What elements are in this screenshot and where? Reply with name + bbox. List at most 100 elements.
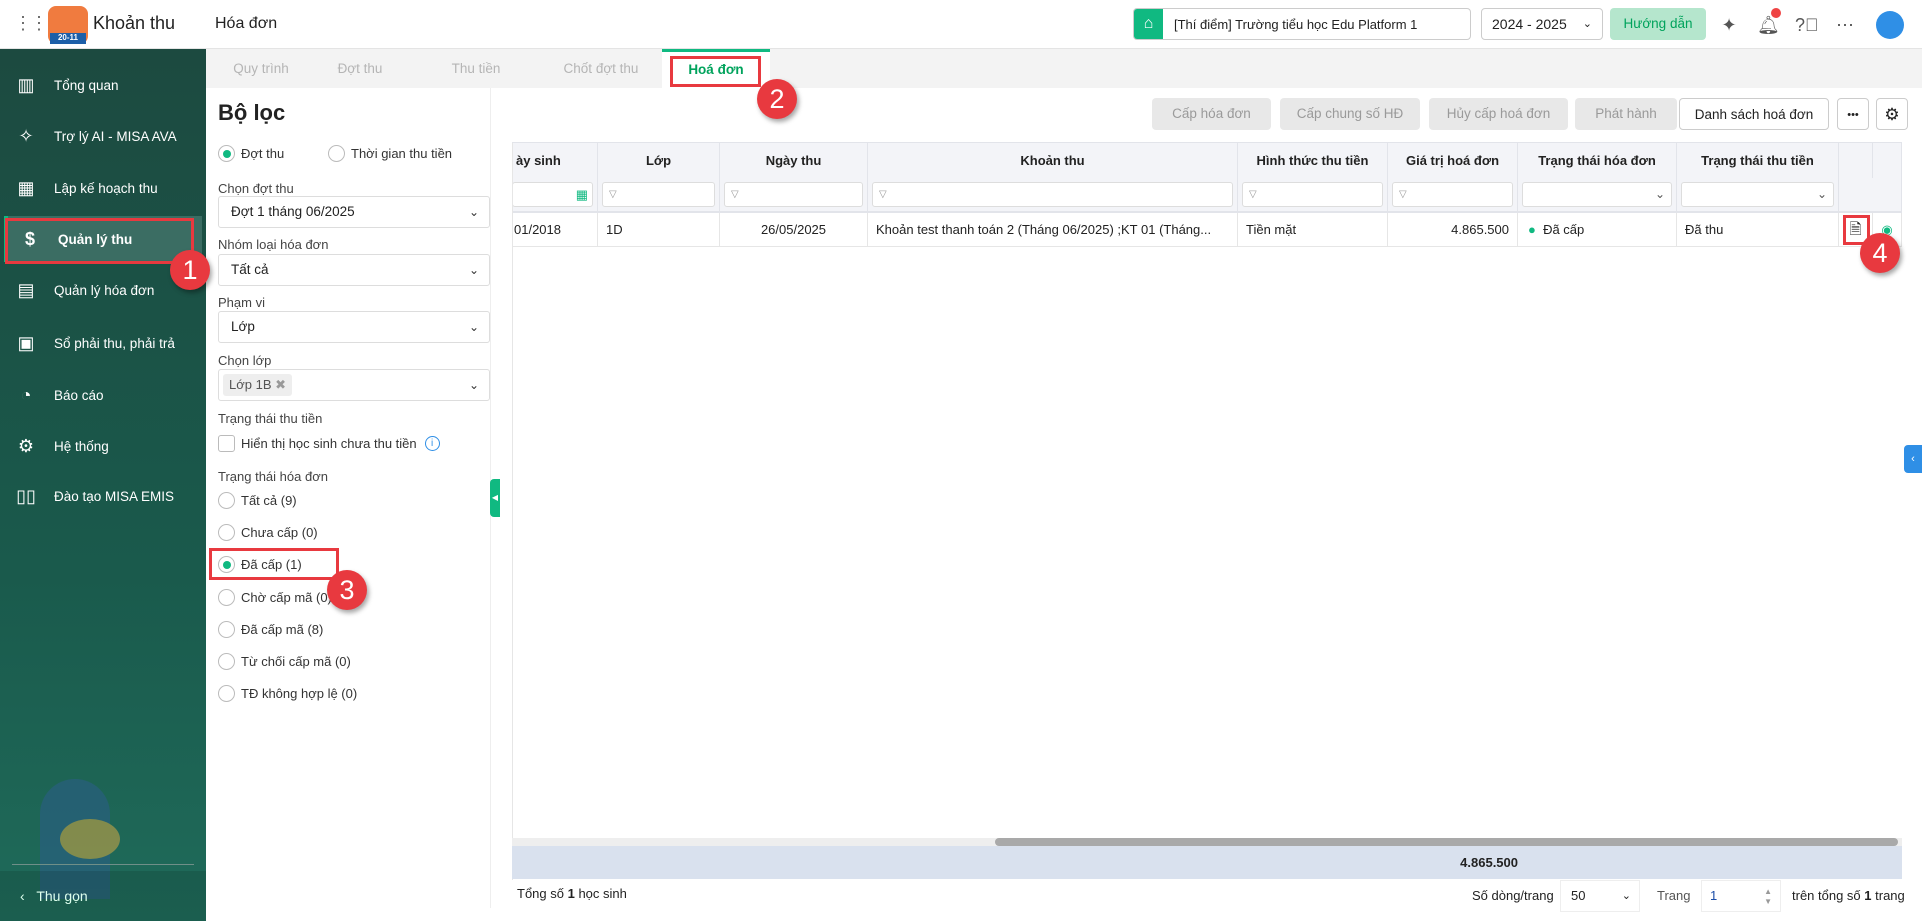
sidebar-item-ai-assistant[interactable]: ✧ Trợ lý AI - MISA AVA	[4, 113, 202, 159]
rows-per-page-select[interactable]: 50 ⌄	[1560, 880, 1640, 912]
invoice-status-all[interactable]: Tất cả (9)	[218, 492, 297, 509]
chart-icon: ▥	[17, 74, 35, 95]
filter-dob[interactable]: ▦	[512, 178, 598, 211]
issue-common-number-button[interactable]: Cấp chung số HĐ	[1280, 98, 1420, 130]
tab-bar: Quy trình Đợt thu Thu tiền Chốt đợt thu …	[206, 49, 1922, 88]
invoice-list-button[interactable]: Danh sách hoá đơn	[1679, 98, 1829, 130]
help-icon[interactable]: ?⃝	[1795, 14, 1819, 36]
issue-invoice-button[interactable]: Cấp hóa đơn	[1152, 98, 1271, 130]
page-title: Hóa đơn	[215, 15, 278, 32]
sidebar-item-reports[interactable]: ◔ Báo cáo	[4, 372, 202, 418]
school-selector[interactable]: ⌂ [Thí điểm] Trường tiểu học Edu Platfor…	[1133, 8, 1471, 40]
annotation-badge-4: 4	[1860, 233, 1900, 273]
filter-funnel-icon: ▽	[602, 182, 715, 207]
col-dob[interactable]: ày sinh	[512, 143, 598, 178]
avatar[interactable]	[1876, 11, 1904, 39]
scrollbar-thumb[interactable]	[995, 838, 1898, 846]
scope-select[interactable]: Lớp ⌄	[218, 311, 490, 343]
bell-icon[interactable]: 🔔︎	[1757, 8, 1781, 36]
invoice-status-label: Trạng thái hóa đơn	[218, 469, 328, 484]
tab-collect[interactable]: Thu tiền	[426, 49, 526, 88]
col-item[interactable]: Khoản thu	[868, 143, 1238, 178]
app-logo: 20-11	[48, 6, 88, 44]
more-button[interactable]: •••	[1837, 98, 1869, 130]
collapse-button[interactable]: ‹ Thu gọn	[0, 871, 206, 921]
filter-invoice-status[interactable]: ⌄	[1518, 178, 1677, 211]
col-method[interactable]: Hình thức thu tiền	[1238, 143, 1388, 178]
total-pages: trên tổng số 1 trang	[1792, 888, 1905, 903]
group-select[interactable]: Tất cả ⌄	[218, 254, 490, 286]
mode-radio-time[interactable]: Thời gian thu tiền	[328, 145, 452, 162]
filter-method[interactable]: ▽	[1238, 178, 1388, 211]
collapse-filter-handle[interactable]: ◀	[490, 479, 500, 517]
invoice-status-code-issued[interactable]: Đã cấp mã (8)	[218, 621, 323, 638]
col-class[interactable]: Lớp	[598, 143, 720, 178]
total-students: Tổng số 1 học sinh	[517, 886, 627, 901]
sidebar-item-system[interactable]: ⚙ Hệ thống	[4, 423, 202, 469]
settings-gear-icon[interactable]: ⚙	[1876, 98, 1908, 130]
tab-batch[interactable]: Đợt thu	[316, 49, 404, 88]
cell-payment-status: Đã thu	[1677, 213, 1839, 246]
col-payment-status[interactable]: Trạng thái thu tiền	[1677, 143, 1839, 178]
filter-funnel-icon: ▽	[872, 182, 1233, 207]
filter-date[interactable]: ▽	[720, 178, 868, 211]
filter-item[interactable]: ▽	[868, 178, 1238, 211]
radio-checked-icon	[218, 145, 235, 162]
status-dot-icon: ●	[1528, 222, 1544, 237]
show-unpaid-checkbox[interactable]: Hiển thị học sinh chưa thu tiền i	[218, 435, 440, 452]
publish-button[interactable]: Phát hành	[1575, 98, 1677, 130]
info-icon[interactable]: i	[424, 436, 440, 451]
sidebar-item-plan[interactable]: ▦ Lập kế hoạch thu	[4, 165, 202, 211]
calendar-icon[interactable]: ▦	[576, 183, 588, 206]
checkbox-icon	[218, 435, 235, 452]
sidebar-item-ledger[interactable]: ▣ Sổ phải thu, phải trả	[4, 320, 202, 366]
ai-sparkle-icon[interactable]: ✦	[1718, 14, 1740, 36]
col-action-1	[1839, 143, 1873, 178]
gear-icon: ⚙	[17, 435, 35, 456]
filter-amount[interactable]: ▽	[1388, 178, 1518, 211]
year-select[interactable]: 2024 - 2025 ⌄	[1481, 8, 1603, 40]
stepper-icon[interactable]: ▲ ▼	[1764, 879, 1772, 907]
cell-invoice-status: ● Đã cấp	[1518, 213, 1677, 246]
more-icon[interactable]: ⋯	[1834, 14, 1856, 36]
sidebar-item-training[interactable]: ▯▯ Đào tạo MISA EMIS	[4, 473, 202, 519]
calendar-dollar-icon: ▦	[17, 177, 35, 198]
pie-chart-icon: ◔	[20, 384, 32, 405]
scope-label: Phạm vi	[218, 295, 265, 310]
page-input[interactable]: 1 ▲ ▼	[1701, 880, 1781, 912]
page-label: Trang	[1657, 888, 1691, 903]
batch-select[interactable]: Đợt 1 tháng 06/2025 ⌄	[218, 196, 490, 228]
col-invoice-status[interactable]: Trạng thái hóa đơn	[1518, 143, 1677, 178]
tab-close-batch[interactable]: Chốt đợt thu	[541, 49, 661, 88]
row-border	[512, 246, 1902, 247]
ledger-icon: ▣	[17, 332, 35, 353]
class-label: Chọn lớp	[218, 353, 272, 368]
remove-tag-icon[interactable]: ✖	[275, 377, 286, 392]
chevron-down-icon: ⌄	[468, 320, 479, 334]
class-select[interactable]: Lớp 1B ✖ ⌄	[218, 369, 490, 401]
filter-payment-status[interactable]: ⌄	[1677, 178, 1839, 211]
invoice-status-pending-code[interactable]: Chờ cấp mã (0)	[218, 589, 332, 606]
cancel-issue-button[interactable]: Hủy cấp hoá đơn	[1429, 98, 1568, 130]
col-amount[interactable]: Giá trị hoá đơn	[1388, 143, 1518, 178]
filter-panel: Bộ lọc Đợt thu Thời gian thu tiền Chọn đ…	[206, 88, 500, 921]
invoice-status-not-issued[interactable]: Chưa cấp (0)	[218, 524, 318, 541]
guide-button[interactable]: Hướng dẫn	[1610, 8, 1706, 40]
cell-item: Khoản test thanh toán 2 (Tháng 06/2025) …	[868, 213, 1238, 246]
tab-process[interactable]: Quy trình	[206, 49, 316, 88]
top-header: ⋮⋮⋮ 20-11 Khoản thu Hóa đơn ⌂ [Thí điểm]…	[0, 0, 1922, 49]
sidebar-item-overview[interactable]: ▥ Tổng quan	[4, 62, 202, 108]
horizontal-scrollbar[interactable]	[512, 838, 1902, 846]
invoice-status-code-rejected[interactable]: Từ chối cấp mã (0)	[218, 653, 351, 670]
col-date[interactable]: Ngày thu	[720, 143, 868, 178]
expand-right-panel-handle[interactable]: ‹	[1904, 445, 1922, 473]
app-name: Khoản thu	[93, 13, 176, 33]
filter-class[interactable]: ▽	[598, 178, 720, 211]
invoice-status-invalid[interactable]: TĐ không hợp lệ (0)	[218, 685, 357, 702]
radio-icon	[218, 653, 235, 670]
cell-method: Tiền mặt	[1238, 213, 1388, 246]
table-left-border	[512, 143, 513, 880]
annotation-box-2	[670, 56, 761, 87]
chevron-left-icon: ‹	[20, 888, 37, 904]
mode-radio-batch[interactable]: Đợt thu	[218, 145, 284, 162]
